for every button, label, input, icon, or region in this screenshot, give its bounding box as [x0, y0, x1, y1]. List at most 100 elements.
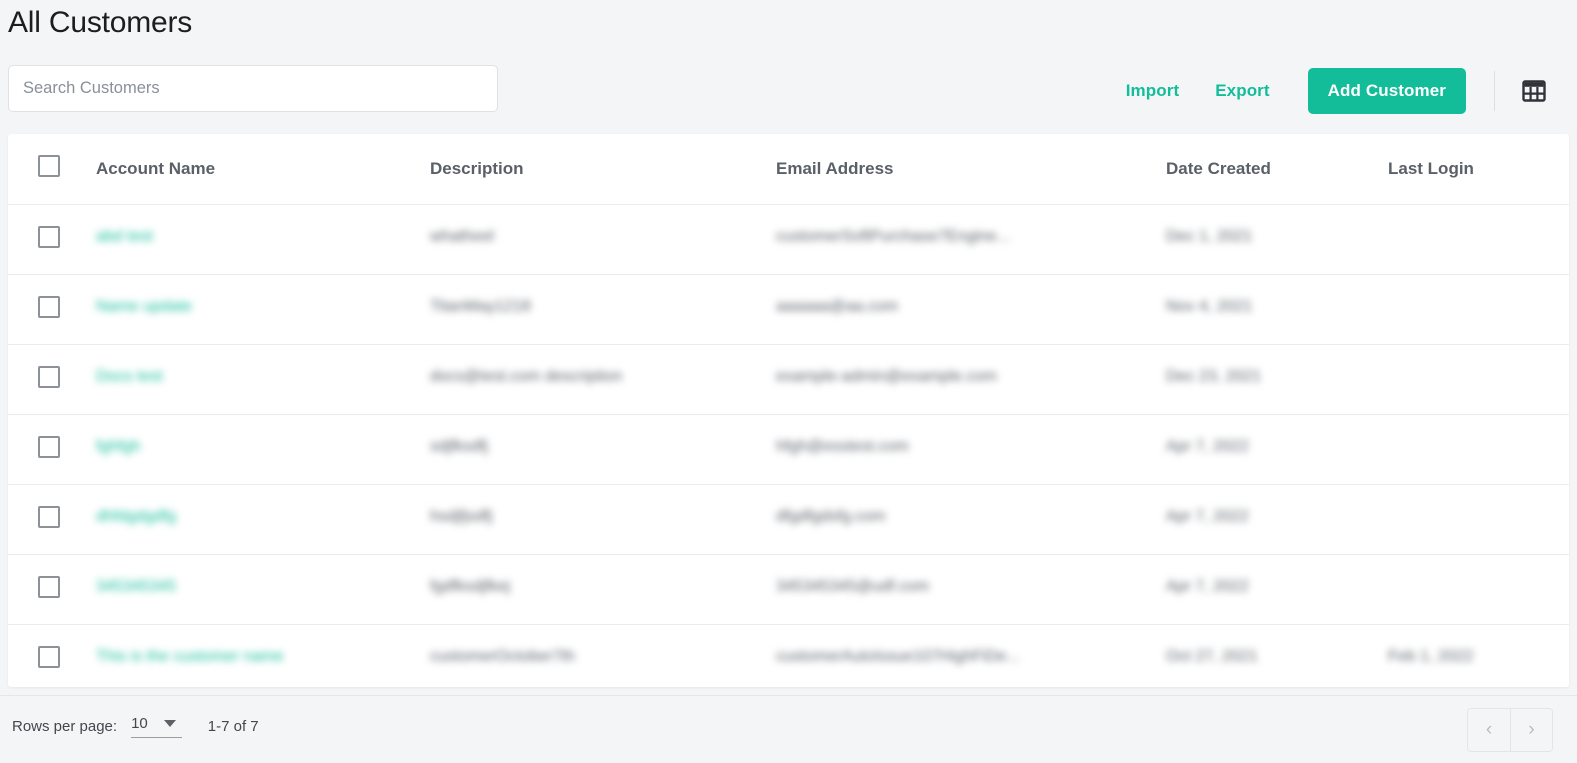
date-created-text: Apr 7, 2022	[1166, 577, 1249, 595]
cell-date-created: Apr 7, 2022	[1166, 413, 1388, 484]
row-select-cell	[8, 553, 96, 624]
description-text: whatheel	[430, 227, 495, 245]
cell-account-name: dhfdgdgdfg	[96, 483, 430, 554]
account-name-link[interactable]: dhfdgdgdfg	[96, 508, 176, 526]
email-text: 345345345@udf.com	[776, 577, 930, 595]
cell-date-created: Nov 4, 2021	[1166, 273, 1388, 344]
email-text: aaaaaa@aa.com	[776, 297, 899, 315]
date-created-text: Dec 23, 2021	[1166, 367, 1262, 385]
header-account-name[interactable]: Account Name	[96, 134, 430, 204]
date-created-text: Nov 4, 2021	[1166, 297, 1253, 315]
table-row[interactable]: Name update TitanMay1218 aaaaaa@aa.com N…	[8, 273, 1569, 344]
table-row[interactable]: 345345345 fgdfksdjfkej 345345345@udf.com…	[8, 553, 1569, 624]
account-name-link[interactable]: abd test	[96, 228, 153, 246]
cell-last-login	[1388, 203, 1569, 274]
email-text: customerAutoIssue107HighFiDe...	[776, 647, 1020, 665]
cell-date-created: Dec 23, 2021	[1166, 343, 1388, 414]
cell-date-created: Dec 1, 2021	[1166, 203, 1388, 274]
cell-date-created: Apr 7, 2022	[1166, 483, 1388, 554]
cell-account-name: This is the customer name	[96, 623, 430, 687]
row-select-cell	[8, 483, 96, 554]
table-grid-icon[interactable]	[1517, 74, 1551, 108]
account-name-link[interactable]: Docs test	[96, 368, 163, 386]
cell-email: hfgh@esstest.com	[776, 413, 1166, 484]
search-input[interactable]	[8, 65, 498, 112]
chevron-down-icon	[163, 720, 176, 727]
row-checkbox[interactable]	[38, 295, 60, 318]
cell-email: example-admin@example.com	[776, 343, 1166, 414]
table-row[interactable]: Docs test docs@test.com description exam…	[8, 343, 1569, 414]
row-checkbox[interactable]	[38, 645, 60, 668]
table-row[interactable]: fghfgh sdjfksdfj hfgh@esstest.com Apr 7,…	[8, 413, 1569, 484]
row-checkbox[interactable]	[38, 365, 60, 388]
cell-email: customerAutoIssue107HighFiDe...	[776, 623, 1166, 687]
customers-table-card: Account Name Description Email Address D…	[8, 134, 1569, 687]
toolbar-actions: Import Export Add Customer	[1108, 62, 1577, 120]
import-button[interactable]: Import	[1108, 73, 1197, 109]
row-select-cell	[8, 623, 96, 687]
date-created-text: Oct 27, 2021	[1166, 647, 1258, 665]
add-customer-button[interactable]: Add Customer	[1307, 68, 1466, 114]
toolbar: Import Export Add Customer	[0, 62, 1577, 120]
cell-last-login: Feb 1, 2022	[1388, 623, 1569, 687]
rows-per-page-value: 10	[131, 715, 148, 732]
pagination-controls: ‹ ›	[1467, 708, 1553, 752]
cell-last-login	[1388, 413, 1569, 484]
table-header: Account Name Description Email Address D…	[8, 134, 1569, 204]
row-select-cell	[8, 203, 96, 274]
customers-table: Account Name Description Email Address D…	[8, 134, 1569, 687]
cell-account-name: fghfgh	[96, 413, 430, 484]
header-email-address[interactable]: Email Address	[776, 134, 1166, 204]
toolbar-divider	[1494, 71, 1495, 111]
cell-email: customerSoftPurchase7Engine...	[776, 203, 1166, 274]
date-created-text: Apr 7, 2022	[1166, 507, 1249, 525]
rows-per-page: Rows per page: 10 1-7 of 7	[12, 715, 259, 738]
cell-account-name: Name update	[96, 273, 430, 344]
select-all-checkbox[interactable]	[38, 155, 60, 178]
header-date-created[interactable]: Date Created	[1166, 134, 1388, 204]
email-text: customerSoftPurchase7Engine...	[776, 227, 1010, 245]
email-text: hfgh@esstest.com	[776, 437, 909, 455]
description-text: docs@test.com description	[430, 367, 623, 385]
next-page-button[interactable]: ›	[1510, 709, 1552, 751]
account-name-link[interactable]: Name update	[96, 298, 192, 316]
cell-date-created: Apr 7, 2022	[1166, 553, 1388, 624]
row-checkbox[interactable]	[38, 575, 60, 598]
header-row: Account Name Description Email Address D…	[8, 134, 1569, 204]
rows-per-page-select[interactable]: 10	[131, 715, 182, 738]
description-text: hsdjfjsdfj	[430, 507, 493, 525]
cell-description: customerOctober7th	[430, 623, 776, 687]
header-last-login[interactable]: Last Login	[1388, 134, 1569, 204]
table-row[interactable]: dhfdgdgdfg hsdjfjsdfj dfgdfgdsfg.com Apr…	[8, 483, 1569, 554]
page-title: All Customers	[8, 6, 193, 39]
description-text: sdjfksdfj	[430, 437, 488, 455]
table-row[interactable]: abd test whatheel customerSoftPurchase7E…	[8, 203, 1569, 274]
cell-description: docs@test.com description	[430, 343, 776, 414]
cell-last-login	[1388, 343, 1569, 414]
cell-last-login	[1388, 273, 1569, 344]
row-checkbox[interactable]	[38, 435, 60, 458]
account-name-link[interactable]: fghfgh	[96, 438, 140, 456]
row-checkbox[interactable]	[38, 225, 60, 248]
account-name-link[interactable]: This is the customer name	[96, 648, 284, 666]
row-select-cell	[8, 273, 96, 344]
date-created-text: Apr 7, 2022	[1166, 437, 1249, 455]
description-text: customerOctober7th	[430, 647, 575, 665]
previous-page-button[interactable]: ‹	[1468, 709, 1510, 751]
account-name-link[interactable]: 345345345	[96, 578, 176, 596]
table-row[interactable]: This is the customer name customerOctobe…	[8, 623, 1569, 687]
header-description[interactable]: Description	[430, 134, 776, 204]
pagination-range: 1-7 of 7	[207, 718, 259, 735]
row-select-cell	[8, 343, 96, 414]
export-button[interactable]: Export	[1197, 73, 1287, 109]
cell-date-created: Oct 27, 2021	[1166, 623, 1388, 687]
row-checkbox[interactable]	[38, 505, 60, 528]
email-text: dfgdfgdsfg.com	[776, 507, 886, 525]
cell-account-name: abd test	[96, 203, 430, 274]
header-select-all	[8, 134, 96, 204]
cell-email: dfgdfgdsfg.com	[776, 483, 1166, 554]
rows-per-page-label: Rows per page:	[12, 718, 118, 735]
cell-description: whatheel	[430, 203, 776, 274]
cell-description: hsdjfjsdfj	[430, 483, 776, 554]
email-text: example-admin@example.com	[776, 367, 997, 385]
